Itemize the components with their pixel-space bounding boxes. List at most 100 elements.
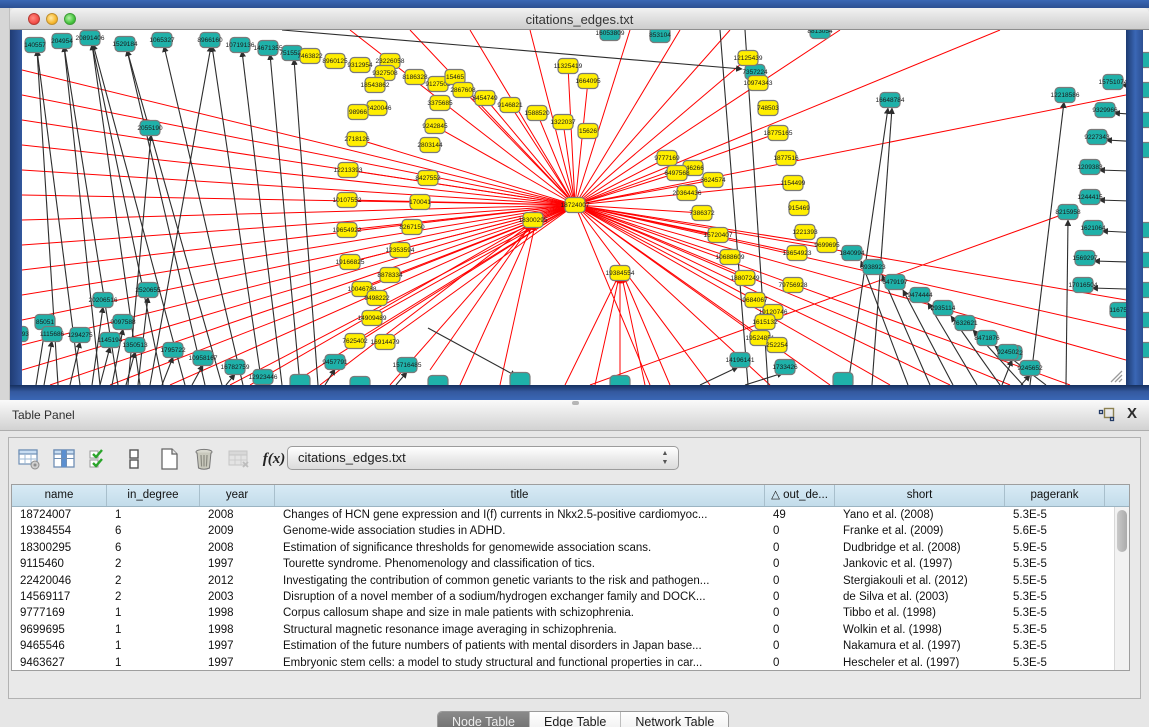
citation-edge-black[interactable] xyxy=(100,347,110,385)
table-cell: Stergiakouli et al. (2012) xyxy=(835,573,1005,589)
citation-edge-red[interactable] xyxy=(595,277,619,385)
graph-node[interactable] xyxy=(510,373,530,386)
tab-edge-table[interactable]: Edge Table xyxy=(530,712,621,727)
graph-node[interactable] xyxy=(610,376,630,386)
citation-edge-black[interactable] xyxy=(1092,288,1149,290)
graph-node[interactable] xyxy=(290,375,310,386)
table-cell: Dudbridge et al. (2008) xyxy=(835,540,1005,556)
delete-table-icon[interactable] xyxy=(227,447,251,471)
tab-network-table[interactable]: Network Table xyxy=(621,712,728,727)
table-row[interactable]: 1456911722003Disruption of a novel membe… xyxy=(12,589,1129,605)
network-graph[interactable]: 1405572049542089140615291841065327896616… xyxy=(0,30,1149,385)
graph-node-label: 12923446 xyxy=(249,374,278,381)
citation-edge-black[interactable] xyxy=(162,357,173,385)
citation-edge-black[interactable] xyxy=(1094,261,1149,263)
citation-edge-red[interactable] xyxy=(50,205,575,385)
citation-edge-black[interactable] xyxy=(428,328,516,376)
vertical-scrollbar[interactable] xyxy=(1114,507,1129,670)
graph-node-label: 98966 xyxy=(349,109,367,116)
citation-edge-red[interactable] xyxy=(22,95,575,205)
show-columns-icon[interactable] xyxy=(52,447,76,471)
table-row[interactable]: 1938455462009Genome-wide association stu… xyxy=(12,523,1129,539)
graph-node[interactable] xyxy=(1136,223,1149,238)
citation-edge-red[interactable] xyxy=(575,30,630,205)
table-cell: Estimation of significance thresholds fo… xyxy=(275,540,765,556)
graph-node[interactable] xyxy=(350,377,370,386)
citation-edge-black[interactable] xyxy=(396,372,407,385)
citation-edge-red[interactable] xyxy=(575,205,1070,385)
citation-edge-black[interactable] xyxy=(1021,375,1030,385)
close-panel-icon[interactable]: X xyxy=(1124,405,1140,423)
citation-edge-black[interactable] xyxy=(1030,102,1064,385)
graph-node[interactable] xyxy=(1136,113,1149,128)
network-window-titlebar[interactable]: citations_edges.txt xyxy=(10,8,1149,30)
citation-edge-black[interactable] xyxy=(270,54,300,385)
graph-node[interactable] xyxy=(1136,53,1149,68)
citation-edge-black[interactable] xyxy=(294,59,318,385)
table-cell: 2 xyxy=(107,573,200,589)
tab-node-table[interactable]: Node Table xyxy=(438,712,530,727)
graph-node[interactable] xyxy=(1136,83,1149,98)
citation-edge-black[interactable] xyxy=(700,367,738,385)
citation-edge-black[interactable] xyxy=(1106,140,1149,143)
graph-node[interactable] xyxy=(1136,253,1149,268)
column-header[interactable]: year xyxy=(200,485,275,506)
resize-grip-icon[interactable] xyxy=(1108,368,1124,383)
table-row[interactable]: 1830029562008Estimation of significance … xyxy=(12,540,1129,556)
graph-node[interactable] xyxy=(1136,143,1149,158)
citation-edge-black[interactable] xyxy=(1102,231,1149,234)
graph-node[interactable] xyxy=(428,376,448,386)
float-panel-icon[interactable] xyxy=(1098,407,1116,423)
citation-edge-red[interactable] xyxy=(624,277,670,385)
table-panel-header[interactable]: Table Panel X xyxy=(0,400,1149,431)
table-row[interactable]: 2242004622012Investigating the contribut… xyxy=(12,573,1129,589)
column-header[interactable]: in_degree xyxy=(107,485,200,506)
citation-edge-red[interactable] xyxy=(22,205,575,220)
column-header[interactable]: pagerank xyxy=(1005,485,1105,506)
graph-node[interactable] xyxy=(1136,343,1149,358)
citation-edge-black[interactable] xyxy=(745,373,783,385)
table-cell: 2008 xyxy=(200,540,275,556)
column-header[interactable]: short xyxy=(835,485,1005,506)
node-table[interactable]: namein_degreeyeartitle△ out_de...shortpa… xyxy=(11,484,1130,671)
table-row[interactable]: 1872400712008Changes of HCN gene express… xyxy=(12,507,1129,523)
table-row[interactable]: 969969511998Structural magnetic resonanc… xyxy=(12,622,1129,638)
citation-edge-black[interactable] xyxy=(1099,170,1149,172)
table-source-dropdown[interactable]: citations_edges.txt ▲▼ xyxy=(287,446,679,470)
delete-column-icon[interactable] xyxy=(192,447,216,471)
graph-node-label: 9474444 xyxy=(907,292,933,299)
citation-edge-red[interactable] xyxy=(320,222,533,385)
citation-edge-black[interactable] xyxy=(325,369,335,385)
citation-edge-black[interactable] xyxy=(1099,200,1149,202)
scrollbar-thumb[interactable] xyxy=(1117,510,1127,552)
table-row[interactable]: 977716911998Corpus callosum shape and si… xyxy=(12,605,1129,621)
new-column-icon[interactable] xyxy=(157,447,181,471)
citation-edge-black[interactable] xyxy=(212,46,262,385)
column-header[interactable]: name xyxy=(12,485,107,506)
graph-node[interactable] xyxy=(833,373,853,386)
table-row[interactable]: 946554611997Estimation of the future num… xyxy=(12,638,1129,654)
column-header[interactable]: △ out_de... xyxy=(765,485,835,506)
citation-edge-black[interactable] xyxy=(1066,220,1068,385)
column-header[interactable]: title xyxy=(275,485,765,506)
table-row[interactable]: 946362711997Embryonic stem cells: a mode… xyxy=(12,655,1129,671)
table-header-row[interactable]: namein_degreeyeartitle△ out_de...shortpa… xyxy=(12,485,1129,507)
citation-edge-red[interactable] xyxy=(575,205,710,385)
graph-node-label: 140557 xyxy=(24,42,46,49)
citation-edge-black[interactable] xyxy=(242,51,282,385)
table-row[interactable]: 911546021997Tourette syndrome. Phenomeno… xyxy=(12,556,1129,572)
select-rows-icon[interactable] xyxy=(87,447,111,471)
graph-node[interactable] xyxy=(1136,313,1149,328)
citation-edge-black[interactable] xyxy=(10,341,18,385)
rows-icon[interactable] xyxy=(122,447,146,471)
citation-edge-red[interactable] xyxy=(565,277,618,385)
citation-edge-red[interactable] xyxy=(348,170,575,205)
citation-edge-red[interactable] xyxy=(575,205,1126,330)
citation-edge-red[interactable] xyxy=(435,126,575,205)
function-builder-icon[interactable]: f(x) xyxy=(262,447,286,471)
splitter-handle[interactable] xyxy=(572,401,579,405)
graph-node[interactable] xyxy=(1136,283,1149,298)
table-mode-icon[interactable] xyxy=(17,447,41,471)
citation-edge-red[interactable] xyxy=(22,205,575,245)
graph-node-label: 252254 xyxy=(766,342,788,349)
